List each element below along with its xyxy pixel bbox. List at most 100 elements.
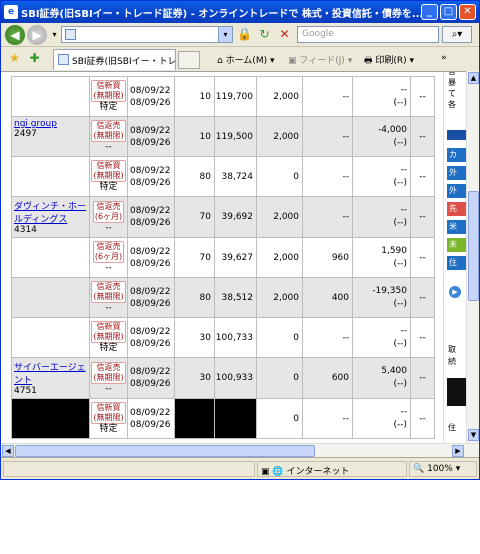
last-cell: -- [410, 398, 435, 439]
side-link-button[interactable]: 先 [447, 202, 466, 216]
back-button[interactable]: ◀ [5, 25, 25, 45]
trade-type-cell: 信返売 (無期限) -- [89, 357, 128, 399]
title-bar[interactable]: e SBI証券(旧SBIイー・トレード証券) - オンライントレードで 株式・投… [1, 1, 479, 23]
profit-loss-cell: -- (--) [352, 196, 411, 238]
table-row: 信新買 (無期限) 特定 08/09/22 08/09/26 10 119,700 2,000… [11, 76, 435, 117]
trade-type-badge: 信返売 (6ヶ月) [92, 200, 125, 223]
positions-table: 信新買 (無期限) 特定 08/09/22 08/09/26 10 119,700 2,000… [11, 76, 435, 439]
trade-type-cell: 信返売 (無期限) -- [89, 116, 128, 157]
stop-icon[interactable]: ✕ [277, 27, 292, 42]
address-dropdown-icon[interactable]: ▾ [218, 27, 232, 42]
last-cell: -- [410, 76, 435, 117]
cost-cell: 2,000 [256, 277, 303, 318]
date-cell: 08/09/22 08/09/26 [127, 277, 175, 318]
last-cell: -- [410, 277, 435, 318]
tab-title: SBI証券(旧SBIイー・トレー... [72, 57, 176, 67]
last-cell: -- [410, 156, 435, 197]
stock-name-cell [11, 277, 90, 318]
account-type: 特定 [99, 182, 118, 192]
stock-name-cell [11, 156, 90, 197]
side-link-button[interactable]: カ [447, 148, 466, 162]
zoom-label: 100% [427, 464, 453, 474]
cost-cell: 0 [256, 317, 303, 358]
vertical-scroll-thumb[interactable] [468, 191, 479, 301]
protected-mode-icon: ▣ [261, 467, 270, 477]
fee-cell: -- [302, 156, 353, 197]
stock-name-link[interactable]: ngi group [14, 119, 87, 129]
stock-name-cell [11, 237, 90, 278]
maximize-button[interactable]: □ [440, 4, 457, 20]
stock-name-link[interactable]: ダヴィンチ・ホールディングス [14, 199, 87, 225]
scroll-left-icon[interactable]: ◀ [2, 445, 14, 457]
trade-type-badge: 信返売 (無期限) [91, 120, 126, 142]
refresh-icon[interactable]: ↻ [257, 27, 272, 42]
globe-icon: 🌐 [272, 467, 284, 477]
stock-name-cell: ngi group 2497 [11, 116, 90, 157]
stock-name-cell: ダヴィンチ・ホールディングス 4314 [11, 196, 90, 238]
home-button[interactable]: ⌂ ホーム(M) ▾ [217, 53, 275, 66]
chevron-more-icon[interactable]: » [441, 53, 447, 63]
side-link-button[interactable]: 米 [447, 220, 466, 234]
side-link-button[interactable]: 外 [447, 166, 466, 180]
date-cell: 08/09/22 08/09/26 [127, 317, 175, 358]
account-type: -- [105, 263, 112, 273]
scroll-down-icon[interactable]: ▼ [468, 429, 479, 441]
account-type: 特定 [99, 102, 118, 112]
profit-loss-cell: 1,590 (--) [352, 237, 411, 278]
side-text: 取 [448, 345, 456, 354]
scroll-up-icon[interactable]: ▲ [468, 72, 479, 84]
scroll-right-icon[interactable]: ▶ [452, 445, 464, 457]
horizontal-scroll-thumb[interactable] [15, 445, 315, 457]
status-text [3, 461, 255, 477]
minimize-button[interactable]: _ [421, 4, 438, 20]
favorites-star-icon[interactable]: ★ [7, 51, 22, 66]
zoom-control[interactable]: 🔍 100% ▾ [409, 461, 477, 477]
feed-button[interactable]: ▣ フィード(J) ▾ [288, 53, 352, 66]
fee-cell: -- [302, 398, 353, 439]
history-dropdown-icon[interactable]: ▾ [47, 27, 62, 42]
fee-cell: -- [302, 317, 353, 358]
stock-name-cell: サイバーエージェント 4751 [11, 357, 90, 399]
date-cell: 08/09/22 08/09/26 [127, 76, 175, 117]
side-link-button[interactable]: 未 [447, 238, 466, 252]
vertical-scrollbar[interactable]: ▲ ▼ [466, 71, 479, 443]
trade-type-cell: 信返売 (6ヶ月) -- [89, 237, 128, 278]
search-button[interactable]: ⌕▾ [442, 26, 472, 43]
profit-loss-cell: -4,000 (--) [352, 116, 411, 157]
horizontal-scrollbar[interactable]: ◀ ▶ [1, 443, 479, 457]
print-label: 印刷(R) [375, 56, 407, 66]
stock-name-link[interactable]: サイバーエージェント [14, 360, 87, 386]
new-tab-button[interactable] [178, 51, 200, 69]
fee-cell: -- [302, 116, 353, 157]
side-banner[interactable] [447, 378, 466, 406]
navigation-bar: ◀ ▶ ▾ ▾ 🔒 ↻ ✕ Google ⌕▾ [1, 23, 479, 47]
quantity-cell: 70 [174, 196, 215, 238]
trade-type-cell: 信新買 (無期限) 特定 [89, 317, 128, 358]
table-row: ダヴィンチ・ホールディングス 4314 信返売 (6ヶ月) -- 08/09/22 08/0… [11, 196, 435, 238]
address-bar[interactable]: ▾ [61, 26, 233, 43]
date-cell: 08/09/22 08/09/26 [127, 237, 175, 278]
close-button[interactable]: ✕ [459, 4, 476, 20]
tab-sbi[interactable]: SBI証券(旧SBIイー・トレー... [53, 49, 176, 70]
account-type: -- [105, 383, 112, 394]
zone-label: インターネット [286, 467, 350, 477]
cost-cell: 0 [256, 357, 303, 399]
lock-icon[interactable]: 🔒 [237, 27, 252, 42]
stock-name-cell [11, 317, 90, 358]
fee-cell: 960 [302, 237, 353, 278]
side-link-button[interactable]: 住 [447, 256, 466, 270]
table-row: ngi group 2497 信返売 (無期限) -- 08/09/22 08/09/26 1… [11, 116, 435, 157]
add-favorite-icon[interactable]: ✚ [27, 51, 42, 66]
forward-button[interactable]: ▶ [27, 25, 47, 45]
arrow-circle-icon[interactable]: ▶ [449, 286, 461, 298]
print-button[interactable]: 🖶 印刷(R) ▾ [364, 53, 414, 69]
price-cell: 38,724 [214, 156, 257, 197]
table-row: 信新買 (無期限) 特定 08/09/22 08/09/26 30 100,733 0 -- --… [11, 317, 435, 358]
price-cell: 100,933 [214, 357, 257, 399]
fee-cell: -- [302, 196, 353, 238]
search-input[interactable]: Google [297, 26, 439, 43]
stock-code: 2497 [14, 129, 37, 139]
cost-cell: 2,000 [256, 196, 303, 238]
side-link-button[interactable]: 外 [447, 184, 466, 198]
security-zone[interactable]: ▣ 🌐 インターネット [257, 461, 407, 477]
